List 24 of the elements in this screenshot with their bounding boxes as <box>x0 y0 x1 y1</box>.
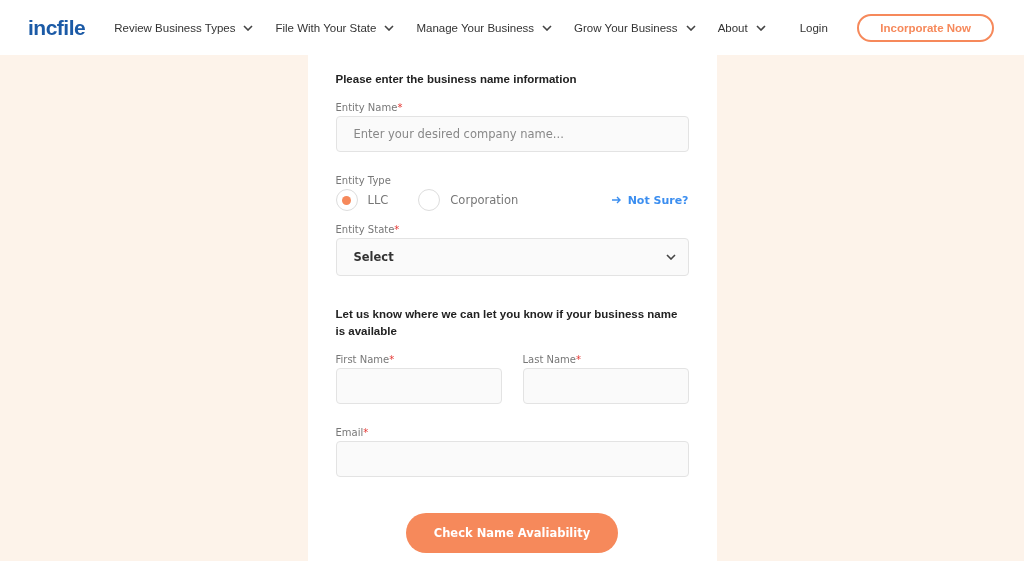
nav-link[interactable]: Grow Your Business <box>574 21 696 34</box>
field-label: Entity Name* <box>335 102 404 113</box>
section-title: Please enter the business name information <box>335 72 578 87</box>
text-field[interactable] <box>335 368 502 404</box>
field-label: Entity Type <box>335 175 392 186</box>
radio-label[interactable]: Corporation <box>450 193 519 207</box>
nav-link[interactable]: Manage Your Business <box>416 21 553 34</box>
state-select[interactable]: Select <box>335 238 689 276</box>
field-label: First Name* <box>335 354 396 365</box>
section-title: Let us know where we can let you know if your business name is available <box>335 307 679 339</box>
email-field[interactable] <box>335 441 689 477</box>
nav-link[interactable]: Review Business Types <box>114 21 254 34</box>
entity-name-field[interactable]: Enter your desired company name... <box>335 116 689 152</box>
logo[interactable]: incfile <box>28 15 86 40</box>
radio-label[interactable]: LLC <box>367 193 389 207</box>
nav-link[interactable]: About <box>717 21 766 34</box>
field-label: Entity State* <box>335 224 401 235</box>
nav-link[interactable]: File With Your State <box>275 21 395 34</box>
nav-link[interactable]: Login <box>799 21 828 34</box>
text-field[interactable] <box>522 368 689 404</box>
field-label: Last Name* <box>522 354 582 365</box>
chevron-down-icon <box>665 254 676 260</box>
field-label: Email* <box>335 427 370 438</box>
arrow-right-icon <box>611 196 622 204</box>
